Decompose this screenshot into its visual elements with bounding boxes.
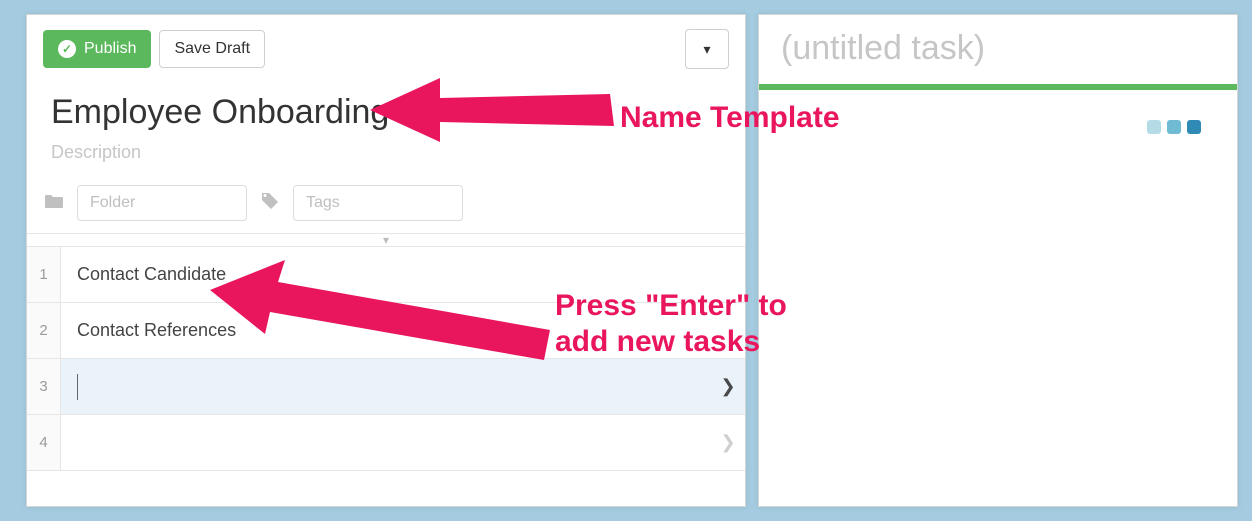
loading-dot-icon: [1167, 120, 1181, 134]
publish-button-label: Publish: [84, 40, 136, 58]
task-title-input[interactable]: [61, 415, 711, 470]
task-number: 4: [27, 415, 61, 470]
task-row[interactable]: 1: [27, 247, 745, 303]
collapse-toggle[interactable]: ▾: [27, 233, 745, 247]
task-row[interactable]: 4 ❯: [27, 415, 745, 471]
loading-dot-icon: [1187, 120, 1201, 134]
more-menu-button[interactable]: ▾: [685, 29, 729, 69]
task-title-input[interactable]: [78, 376, 695, 397]
task-title-input[interactable]: [61, 247, 745, 302]
save-draft-button-label: Save Draft: [174, 40, 250, 58]
template-title-row: [27, 87, 745, 134]
chevron-down-icon: ▾: [383, 233, 389, 247]
folder-icon: [43, 193, 65, 214]
task-row[interactable]: 2: [27, 303, 745, 359]
tag-icon: [259, 192, 281, 215]
save-draft-button[interactable]: Save Draft: [159, 30, 265, 68]
folder-input[interactable]: [77, 185, 247, 221]
template-description-input[interactable]: [51, 142, 721, 163]
loading-dots: [759, 90, 1237, 134]
template-title-input[interactable]: [51, 93, 721, 132]
task-title-input[interactable]: [61, 303, 745, 358]
publish-button[interactable]: ✓ Publish: [43, 30, 151, 68]
chevron-down-icon: ▾: [703, 41, 710, 58]
loading-dot-icon: [1147, 120, 1161, 134]
meta-row: [27, 181, 745, 233]
task-detail-title-input[interactable]: [781, 29, 1215, 68]
task-detail-panel: [758, 14, 1238, 507]
chevron-right-icon[interactable]: ❯: [711, 432, 745, 453]
template-editor-panel: ✓ Publish Save Draft ▾ ▾ 1 2: [26, 14, 746, 507]
task-number: 3: [27, 359, 61, 414]
chevron-right-icon[interactable]: ❯: [711, 376, 745, 397]
task-row[interactable]: 3 ❯: [27, 359, 745, 415]
task-title-row: [759, 15, 1237, 74]
tags-input[interactable]: [293, 185, 463, 221]
toolbar: ✓ Publish Save Draft ▾: [27, 15, 745, 87]
template-description-row: [27, 134, 745, 181]
task-number: 2: [27, 303, 61, 358]
task-number: 1: [27, 247, 61, 302]
check-icon: ✓: [58, 40, 76, 58]
